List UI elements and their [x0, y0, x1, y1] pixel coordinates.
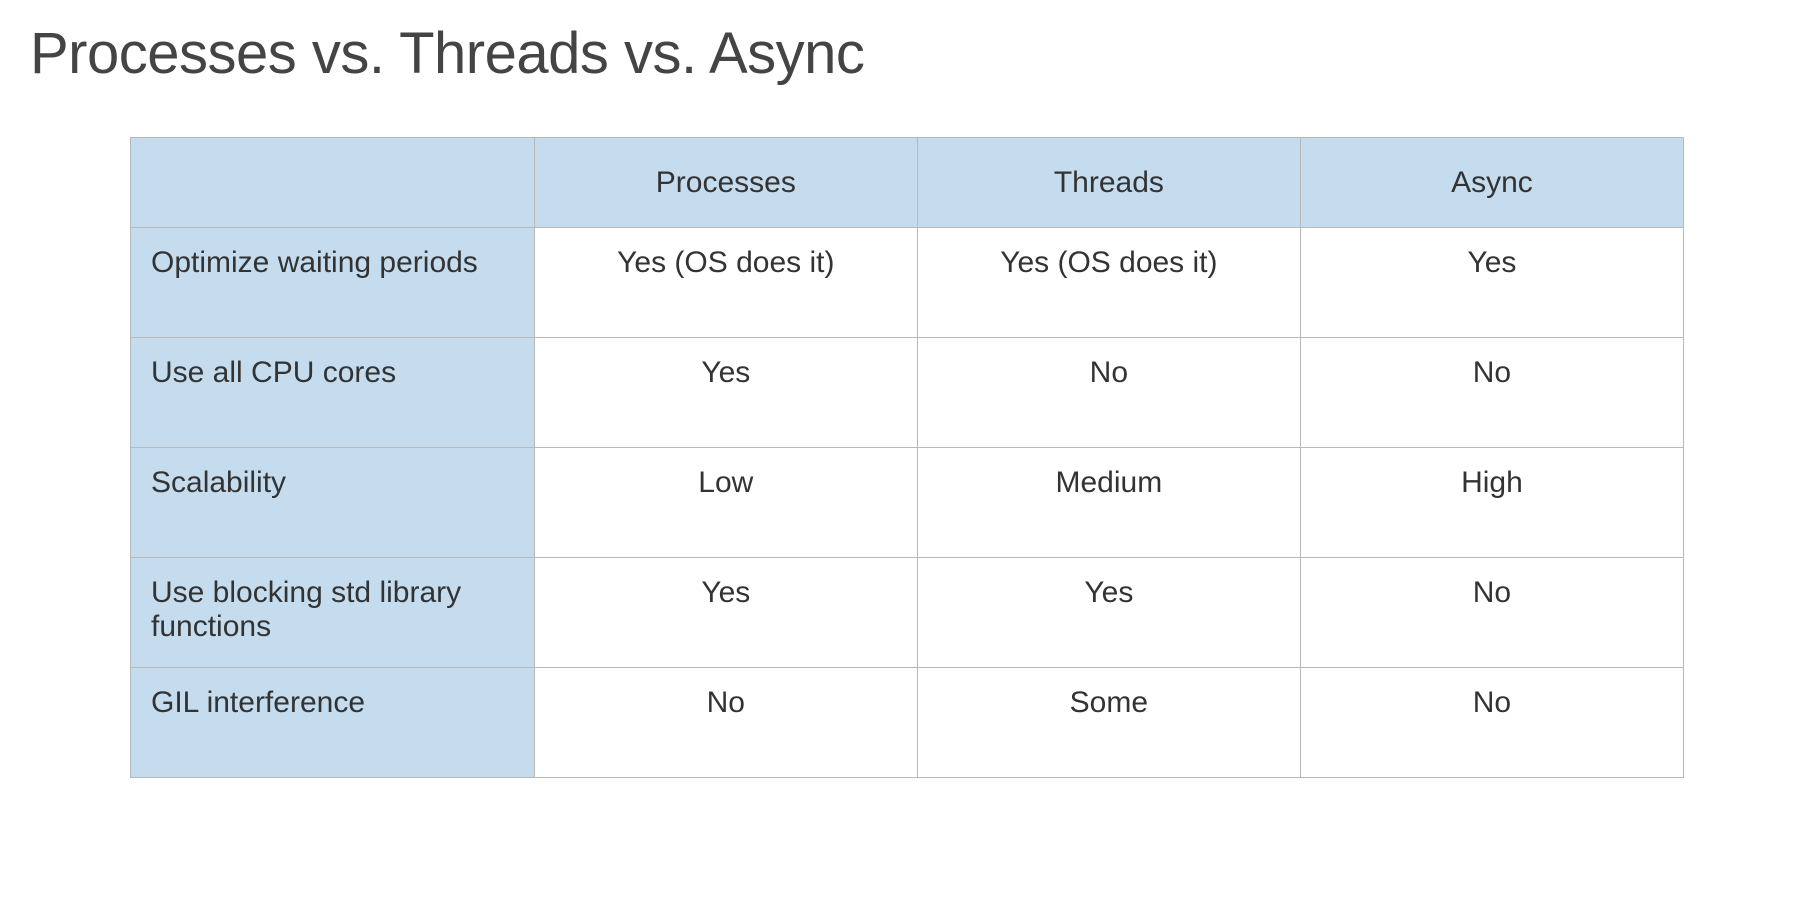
- table-row: Use all CPU cores Yes No No: [131, 338, 1684, 448]
- table-header-async: Async: [1300, 138, 1683, 228]
- table-row: Optimize waiting periods Yes (OS does it…: [131, 228, 1684, 338]
- cell-value: Yes (OS does it): [534, 228, 917, 338]
- cell-value: Some: [917, 668, 1300, 778]
- cell-value: Low: [534, 448, 917, 558]
- page-title: Processes vs. Threads vs. Async: [30, 20, 1784, 87]
- cell-value: High: [1300, 448, 1683, 558]
- table-header-row: Processes Threads Async: [131, 138, 1684, 228]
- cell-value: Yes: [534, 558, 917, 668]
- row-label: GIL interference: [131, 668, 535, 778]
- cell-value: Yes: [917, 558, 1300, 668]
- cell-value: Yes: [1300, 228, 1683, 338]
- cell-value: No: [534, 668, 917, 778]
- row-label: Scalability: [131, 448, 535, 558]
- table-header-processes: Processes: [534, 138, 917, 228]
- cell-value: No: [1300, 668, 1683, 778]
- row-label: Optimize waiting periods: [131, 228, 535, 338]
- table-header-corner: [131, 138, 535, 228]
- cell-value: No: [917, 338, 1300, 448]
- table-row: Use blocking std library functions Yes Y…: [131, 558, 1684, 668]
- row-label: Use all CPU cores: [131, 338, 535, 448]
- table-header-threads: Threads: [917, 138, 1300, 228]
- cell-value: Yes: [534, 338, 917, 448]
- comparison-table: Processes Threads Async Optimize waiting…: [130, 137, 1684, 778]
- row-label: Use blocking std library functions: [131, 558, 535, 668]
- table-row: GIL interference No Some No: [131, 668, 1684, 778]
- table-row: Scalability Low Medium High: [131, 448, 1684, 558]
- table-wrapper: Processes Threads Async Optimize waiting…: [30, 137, 1784, 778]
- cell-value: No: [1300, 558, 1683, 668]
- cell-value: Yes (OS does it): [917, 228, 1300, 338]
- cell-value: Medium: [917, 448, 1300, 558]
- cell-value: No: [1300, 338, 1683, 448]
